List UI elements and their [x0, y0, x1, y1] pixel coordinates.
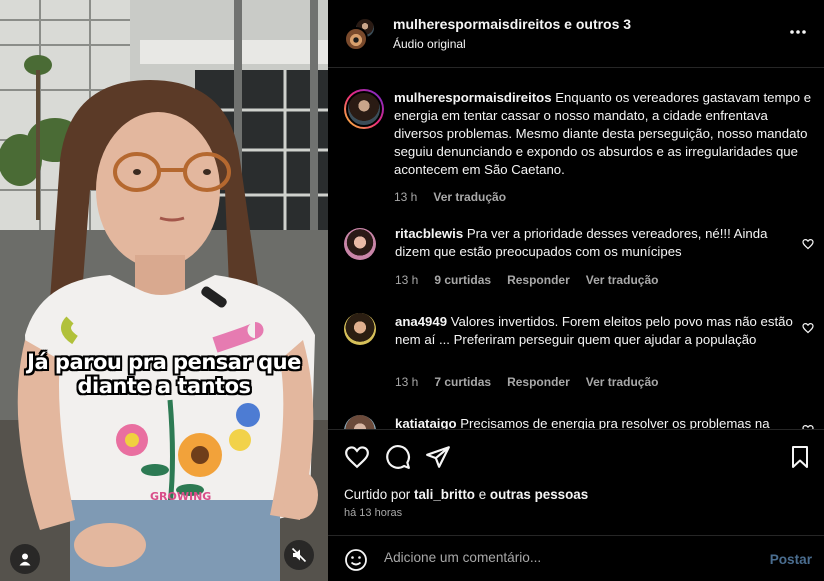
- post-author[interactable]: mulherespormaisdireitos e outros 3: [393, 16, 631, 32]
- liked-by: Curtido por tali_britto e outras pessoas: [344, 487, 588, 502]
- post-caption: mulherespormaisdireitos Enquanto os vere…: [344, 89, 814, 209]
- caption-author[interactable]: mulherespormaisdireitos: [394, 90, 552, 105]
- liked-by-prefix: Curtido por: [344, 487, 411, 502]
- comment-body: Precisamos de energia pra resolver os pr…: [460, 416, 770, 429]
- post-actions: Curtido por tali_britto e outras pessoas…: [328, 429, 824, 535]
- translate-link[interactable]: Ver tradução: [586, 273, 659, 287]
- more-horizontal-icon[interactable]: [788, 22, 808, 42]
- comment-meta: 13 h 7 curtidas Responder Ver tradução: [395, 375, 658, 389]
- heart-icon[interactable]: [344, 444, 370, 470]
- caption-time[interactable]: 13 h: [394, 190, 417, 204]
- comment-item: ritacblewis Pra ver a prioridade desses …: [344, 225, 814, 295]
- comment-text: katiataigo Precisamos de energia pra res…: [395, 415, 815, 429]
- video-frame-illustration: GROWING ON: [0, 0, 328, 581]
- comment-icon[interactable]: [385, 444, 411, 470]
- account-name[interactable]: mulherespormaisdireitos: [393, 16, 560, 32]
- video-caption: Já parou pra pensar que diante a tantos: [0, 350, 328, 398]
- collaborators-link[interactable]: e outros 3: [564, 16, 631, 32]
- avatar: [344, 27, 368, 51]
- comment-likes[interactable]: 7 curtidas: [434, 375, 491, 389]
- tagged-users-button[interactable]: [10, 544, 40, 574]
- comment-composer: Adicione um comentário... Postar: [328, 535, 824, 581]
- reply-button[interactable]: Responder: [507, 375, 570, 389]
- liked-by-others[interactable]: outras pessoas: [490, 487, 588, 502]
- video-caption-line-1: Já parou pra pensar que: [27, 350, 301, 374]
- comment-time[interactable]: 13 h: [395, 273, 418, 287]
- comment-likes[interactable]: 9 curtidas: [434, 273, 491, 287]
- comment-item: ana4949 Valores invertidos. Forem eleito…: [344, 313, 814, 393]
- caption-translate-link[interactable]: Ver tradução: [433, 190, 506, 204]
- post-header: mulherespormaisdireitos e outros 3 Áudio…: [328, 0, 824, 68]
- video-caption-line-2: diante a tantos: [77, 374, 251, 398]
- comment-text: ana4949 Valores invertidos. Forem eleito…: [395, 313, 795, 349]
- caption-text: mulherespormaisdireitos Enquanto os vere…: [394, 89, 814, 179]
- avatar[interactable]: [344, 313, 376, 345]
- post-timestamp[interactable]: há 13 horas: [344, 507, 402, 519]
- speaker-muted-icon: [291, 547, 307, 563]
- reply-button[interactable]: Responder: [507, 273, 570, 287]
- avatar[interactable]: [344, 415, 376, 429]
- audio-link[interactable]: Áudio original: [393, 37, 466, 51]
- send-icon[interactable]: [425, 444, 451, 470]
- liked-by-user[interactable]: tali_britto: [414, 487, 475, 502]
- heart-icon[interactable]: [802, 322, 814, 334]
- comment-author[interactable]: ritacblewis: [395, 226, 463, 241]
- translate-link[interactable]: Ver tradução: [586, 375, 659, 389]
- comment-meta: 13 h 9 curtidas Responder Ver tradução: [395, 273, 658, 287]
- post-comment-button[interactable]: Postar: [770, 552, 812, 567]
- comment-time[interactable]: 13 h: [395, 375, 418, 389]
- video-player[interactable]: GROWING ON Já parou pra pensar que diant…: [0, 0, 328, 581]
- comment-item: katiataigo Precisamos de energia pra res…: [344, 415, 814, 429]
- comment-text: ritacblewis Pra ver a prioridade desses …: [395, 225, 795, 261]
- post-panel: mulherespormaisdireitos e outros 3 Áudio…: [328, 0, 824, 581]
- mute-toggle-button[interactable]: [284, 540, 314, 570]
- collab-avatars[interactable]: [344, 17, 378, 51]
- liked-by-joiner: e: [478, 487, 487, 502]
- user-icon: [19, 553, 31, 566]
- comment-input[interactable]: Adicione um comentário...: [384, 550, 541, 565]
- heart-icon[interactable]: [802, 238, 814, 250]
- emoji-icon[interactable]: [344, 548, 368, 572]
- caption-meta: 13 h Ver tradução: [394, 190, 506, 204]
- comment-body: Valores invertidos. Forem eleitos pelo p…: [395, 314, 793, 347]
- comments-list[interactable]: mulherespormaisdireitos Enquanto os vere…: [328, 69, 824, 429]
- bookmark-icon[interactable]: [788, 444, 812, 470]
- avatar[interactable]: [344, 228, 376, 260]
- comment-author[interactable]: ana4949: [395, 314, 447, 329]
- avatar[interactable]: [344, 89, 384, 129]
- comment-author[interactable]: katiataigo: [395, 416, 457, 429]
